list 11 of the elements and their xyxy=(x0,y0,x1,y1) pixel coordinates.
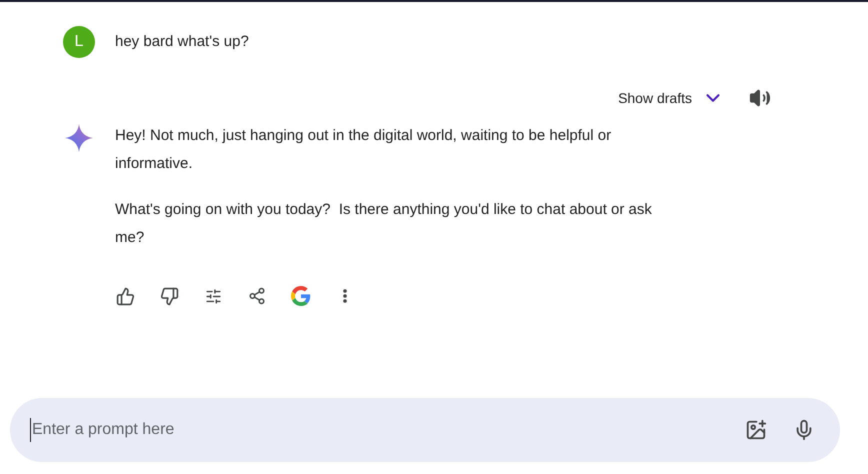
show-drafts-button[interactable]: Show drafts xyxy=(618,87,724,109)
user-message: hey bard what's up? xyxy=(115,32,249,52)
google-g-icon xyxy=(291,286,311,306)
response-paragraph: Hey! Not much, just hanging out in the digital world, waiting to be helpful or informative. xyxy=(115,126,612,174)
user-avatar: L xyxy=(63,26,95,58)
more-vertical-icon xyxy=(343,289,347,303)
prompt-input[interactable]: Enter a prompt here xyxy=(30,418,744,442)
google-button[interactable] xyxy=(289,284,313,308)
add-image-button[interactable] xyxy=(744,418,768,442)
prompt-field[interactable]: Enter a prompt here xyxy=(10,398,840,462)
response-paragraph: What's going on with you today? Is there anything you'd like to chat about or ask me? xyxy=(115,200,653,248)
